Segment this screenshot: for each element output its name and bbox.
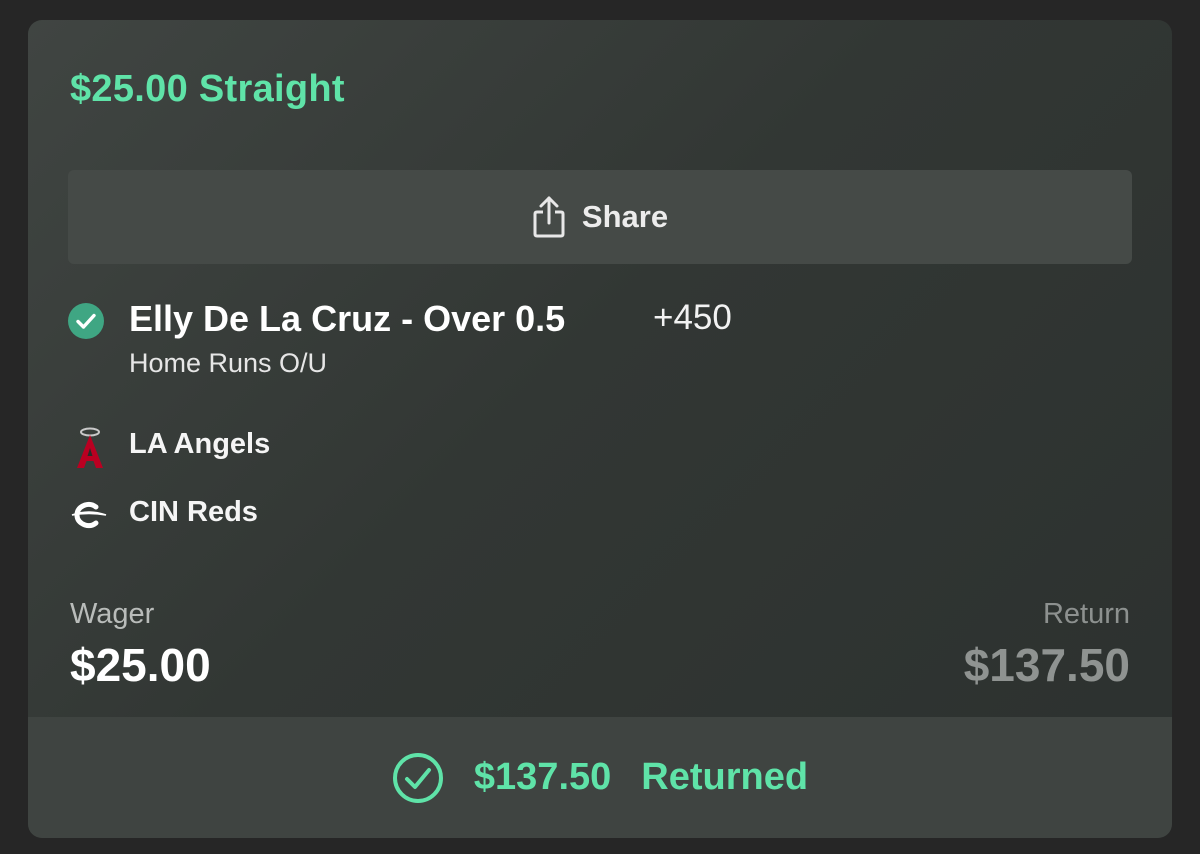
share-button[interactable]: Share [68, 170, 1132, 264]
pick-selection: Elly De La Cruz - Over 0.5 [129, 298, 566, 339]
bet-title: $25.00 Straight [70, 68, 345, 110]
result-label: Returned [641, 756, 809, 798]
pick-market: Home Runs O/U [129, 348, 328, 378]
share-icon [533, 196, 565, 238]
result-amount: $137.50 [473, 756, 612, 798]
reds-logo [71, 501, 107, 529]
result-footer: $137.50 Returned [28, 717, 1172, 838]
wager-label: Wager [70, 598, 155, 630]
check-circle-icon [68, 303, 104, 339]
return-label: Return [1042, 598, 1130, 630]
team-name-home: CIN Reds [129, 496, 258, 528]
angels-logo [77, 427, 103, 468]
check-circle-outline-icon [392, 752, 443, 803]
share-label: Share [581, 199, 669, 234]
bet-card: $25.00 Straight Share Elly De La Cruz - … [28, 20, 1172, 838]
pick-odds: +450 [653, 298, 732, 337]
return-value: $137.50 [963, 639, 1130, 691]
team-name-away: LA Angels [129, 428, 271, 460]
wager-value: $25.00 [70, 639, 211, 691]
